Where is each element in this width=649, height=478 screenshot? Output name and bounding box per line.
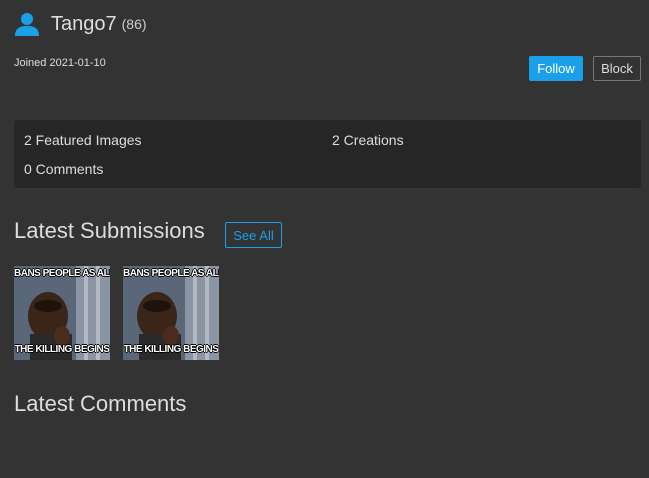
joined-date: Joined 2021-01-10	[14, 57, 106, 69]
see-all-button[interactable]: See All	[225, 222, 282, 248]
thumbnail-caption-top: BANS PEOPLE AS ALL L	[14, 268, 110, 279]
user-icon	[14, 11, 40, 37]
latest-comments-heading: Latest Comments	[14, 391, 187, 416]
submission-thumbnail[interactable]: BANS PEOPLE AS ALL L THE KILLING BEGINS	[14, 266, 110, 360]
follow-button[interactable]: Follow	[529, 56, 583, 81]
thumbnail-caption-top: BANS PEOPLE AS ALL L	[123, 268, 219, 279]
creations-count[interactable]: 2 Creations	[332, 132, 404, 148]
block-button[interactable]: Block	[593, 56, 641, 81]
featured-images-count[interactable]: 2 Featured Images	[24, 132, 142, 148]
stats-panel: 2 Featured Images 2 Creations 0 Comments	[14, 120, 641, 188]
latest-submissions-heading: Latest Submissions	[14, 218, 205, 243]
comments-count[interactable]: 0 Comments	[24, 161, 103, 177]
user-header: Tango7 (86)	[14, 9, 147, 39]
username: Tango7	[51, 12, 117, 35]
thumbnail-caption-bottom: THE KILLING BEGINS	[14, 344, 110, 355]
user-points: (86)	[121, 16, 147, 32]
thumbnail-caption-bottom: THE KILLING BEGINS	[123, 344, 219, 355]
submission-thumbnail[interactable]: BANS PEOPLE AS ALL L THE KILLING BEGINS	[123, 266, 219, 360]
profile-page: Tango7 (86) Joined 2021-01-10 Follow Blo…	[0, 0, 649, 478]
